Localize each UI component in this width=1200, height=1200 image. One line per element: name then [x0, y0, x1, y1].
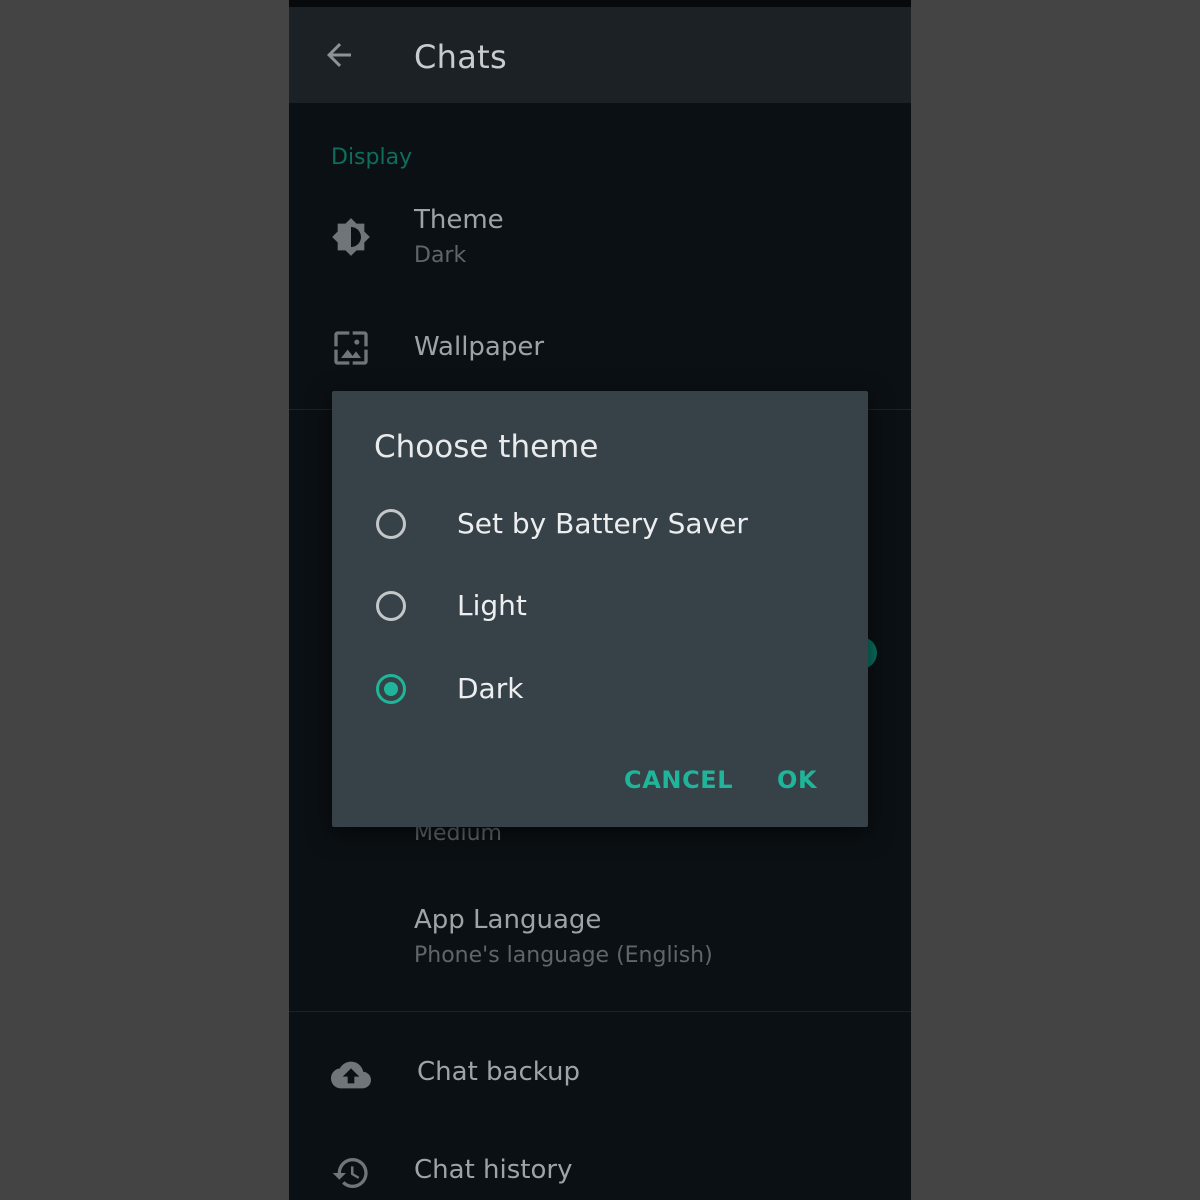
back-arrow-icon[interactable]: [321, 37, 357, 73]
app-language-value: Phone's language (English): [414, 943, 713, 968]
wallpaper-icon: [334, 331, 368, 365]
choose-theme-dialog: Choose theme Set by Battery Saver Light …: [332, 391, 868, 827]
theme-setting-title[interactable]: Theme: [414, 205, 504, 235]
radio-button[interactable]: [376, 591, 406, 621]
theme-option-light[interactable]: Light: [332, 573, 868, 647]
cancel-button[interactable]: CANCEL: [624, 765, 733, 795]
app-bar: Chats: [289, 7, 911, 103]
section-label-display: Display: [331, 145, 413, 170]
dialog-title: Choose theme: [374, 429, 599, 465]
radio-button[interactable]: [376, 509, 406, 539]
brightness-icon: [332, 218, 370, 256]
ok-button[interactable]: OK: [777, 765, 817, 795]
status-bar: [289, 0, 911, 7]
theme-option-battery-saver[interactable]: Set by Battery Saver: [332, 491, 868, 565]
option-label: Set by Battery Saver: [457, 507, 748, 540]
radio-button-selected[interactable]: [376, 674, 406, 704]
chat-history-item[interactable]: Chat history: [414, 1155, 572, 1185]
option-label: Light: [457, 589, 527, 622]
page-title: Chats: [414, 38, 507, 76]
theme-setting-value: Dark: [414, 243, 467, 268]
app-language-title[interactable]: App Language: [414, 905, 601, 935]
option-label: Dark: [457, 672, 524, 705]
theme-option-dark[interactable]: Dark: [332, 656, 868, 730]
divider: [289, 1011, 911, 1012]
history-icon: [332, 1158, 368, 1188]
wallpaper-setting-title[interactable]: Wallpaper: [414, 332, 544, 362]
chat-backup-item[interactable]: Chat backup: [417, 1057, 580, 1087]
cloud-upload-icon: [331, 1061, 371, 1089]
